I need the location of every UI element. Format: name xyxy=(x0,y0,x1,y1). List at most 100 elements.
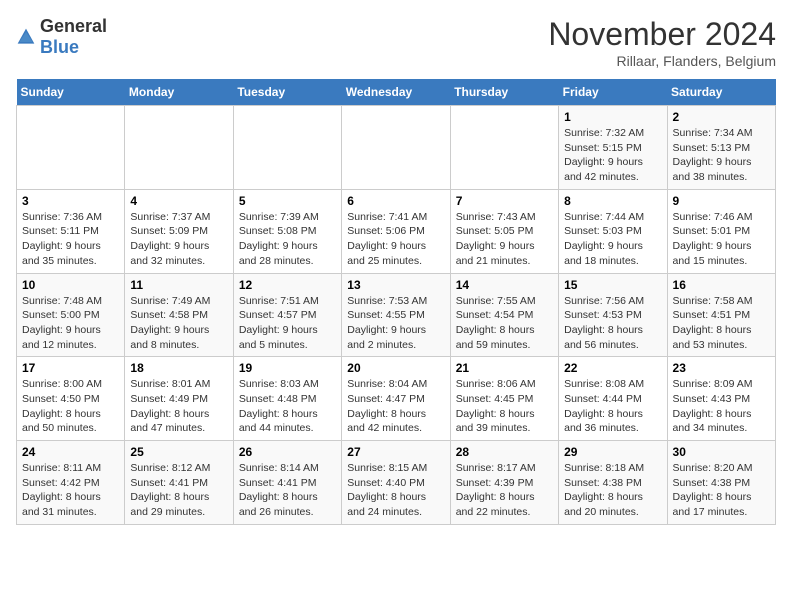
day-cell-3-5: 22 Sunrise: 8:08 AM Sunset: 4:44 PM Dayli… xyxy=(559,357,667,441)
day-cell-4-4: 28 Sunrise: 8:17 AM Sunset: 4:39 PM Dayli… xyxy=(450,441,558,525)
day-info: Sunrise: 8:09 AM Sunset: 4:43 PM Dayligh… xyxy=(673,377,770,436)
day-number: 21 xyxy=(456,361,553,375)
day-number: 25 xyxy=(130,445,227,459)
day-cell-1-6: 9Sunrise: 7:46 AM Sunset: 5:01 PM Daylig… xyxy=(667,189,775,273)
day-info: Sunrise: 7:36 AM Sunset: 5:11 PM Dayligh… xyxy=(22,210,119,269)
day-number: 28 xyxy=(456,445,553,459)
day-info: Sunrise: 7:37 AM Sunset: 5:09 PM Dayligh… xyxy=(130,210,227,269)
day-number: 24 xyxy=(22,445,119,459)
day-cell-0-3 xyxy=(342,106,450,190)
day-info: Sunrise: 8:15 AM Sunset: 4:40 PM Dayligh… xyxy=(347,461,444,520)
day-info: Sunrise: 8:20 AM Sunset: 4:38 PM Dayligh… xyxy=(673,461,770,520)
day-cell-2-6: 16 Sunrise: 7:58 AM Sunset: 4:51 PM Dayli… xyxy=(667,273,775,357)
header-monday: Monday xyxy=(125,79,233,106)
day-number: 11 xyxy=(130,278,227,292)
calendar-header: SundayMondayTuesdayWednesdayThursdayFrid… xyxy=(17,79,776,106)
day-cell-0-2 xyxy=(233,106,341,190)
logo: General Blue xyxy=(16,16,107,58)
day-cell-3-6: 23Sunrise: 8:09 AM Sunset: 4:43 PM Dayli… xyxy=(667,357,775,441)
day-cell-1-5: 8 Sunrise: 7:44 AM Sunset: 5:03 PM Daylig… xyxy=(559,189,667,273)
header: General Blue November 2024 Rillaar, Flan… xyxy=(16,16,776,69)
day-info: Sunrise: 7:46 AM Sunset: 5:01 PM Dayligh… xyxy=(673,210,770,269)
day-cell-1-2: 5 Sunrise: 7:39 AM Sunset: 5:08 PM Daylig… xyxy=(233,189,341,273)
day-cell-3-2: 19Sunrise: 8:03 AM Sunset: 4:48 PM Dayli… xyxy=(233,357,341,441)
day-number: 15 xyxy=(564,278,661,292)
day-info: Sunrise: 7:51 AM Sunset: 4:57 PM Dayligh… xyxy=(239,294,336,353)
day-info: Sunrise: 7:53 AM Sunset: 4:55 PM Dayligh… xyxy=(347,294,444,353)
day-number: 16 xyxy=(673,278,770,292)
day-cell-0-0 xyxy=(17,106,125,190)
day-info: Sunrise: 7:43 AM Sunset: 5:05 PM Dayligh… xyxy=(456,210,553,269)
day-cell-4-5: 29 Sunrise: 8:18 AM Sunset: 4:38 PM Dayli… xyxy=(559,441,667,525)
day-number: 14 xyxy=(456,278,553,292)
day-cell-3-0: 17 Sunrise: 8:00 AM Sunset: 4:50 PM Dayli… xyxy=(17,357,125,441)
day-info: Sunrise: 7:44 AM Sunset: 5:03 PM Dayligh… xyxy=(564,210,661,269)
day-number: 29 xyxy=(564,445,661,459)
header-tuesday: Tuesday xyxy=(233,79,341,106)
day-number: 1 xyxy=(564,110,661,124)
calendar-table: SundayMondayTuesdayWednesdayThursdayFrid… xyxy=(16,79,776,525)
week-row-2: 3 Sunrise: 7:36 AM Sunset: 5:11 PM Daylig… xyxy=(17,189,776,273)
week-row-1: 1 Sunrise: 7:32 AM Sunset: 5:15 PM Daylig… xyxy=(17,106,776,190)
header-row: SundayMondayTuesdayWednesdayThursdayFrid… xyxy=(17,79,776,106)
day-info: Sunrise: 7:58 AM Sunset: 4:51 PM Dayligh… xyxy=(673,294,770,353)
day-info: Sunrise: 8:12 AM Sunset: 4:41 PM Dayligh… xyxy=(130,461,227,520)
day-number: 17 xyxy=(22,361,119,375)
day-info: Sunrise: 7:55 AM Sunset: 4:54 PM Dayligh… xyxy=(456,294,553,353)
day-info: Sunrise: 8:06 AM Sunset: 4:45 PM Dayligh… xyxy=(456,377,553,436)
calendar-body: 1 Sunrise: 7:32 AM Sunset: 5:15 PM Daylig… xyxy=(17,106,776,525)
day-info: Sunrise: 7:41 AM Sunset: 5:06 PM Dayligh… xyxy=(347,210,444,269)
day-number: 3 xyxy=(22,194,119,208)
month-title: November 2024 xyxy=(548,16,776,53)
day-cell-1-0: 3 Sunrise: 7:36 AM Sunset: 5:11 PM Daylig… xyxy=(17,189,125,273)
day-number: 27 xyxy=(347,445,444,459)
day-info: Sunrise: 8:08 AM Sunset: 4:44 PM Dayligh… xyxy=(564,377,661,436)
day-cell-2-3: 13 Sunrise: 7:53 AM Sunset: 4:55 PM Dayli… xyxy=(342,273,450,357)
day-info: Sunrise: 8:14 AM Sunset: 4:41 PM Dayligh… xyxy=(239,461,336,520)
day-cell-2-0: 10Sunrise: 7:48 AM Sunset: 5:00 PM Dayli… xyxy=(17,273,125,357)
title-section: November 2024 Rillaar, Flanders, Belgium xyxy=(548,16,776,69)
day-number: 4 xyxy=(130,194,227,208)
day-info: Sunrise: 8:18 AM Sunset: 4:38 PM Dayligh… xyxy=(564,461,661,520)
day-info: Sunrise: 7:34 AM Sunset: 5:13 PM Dayligh… xyxy=(673,126,770,185)
day-cell-2-1: 11 Sunrise: 7:49 AM Sunset: 4:58 PM Dayli… xyxy=(125,273,233,357)
day-number: 22 xyxy=(564,361,661,375)
day-cell-3-3: 20Sunrise: 8:04 AM Sunset: 4:47 PM Dayli… xyxy=(342,357,450,441)
day-info: Sunrise: 7:48 AM Sunset: 5:00 PM Dayligh… xyxy=(22,294,119,353)
day-info: Sunrise: 8:00 AM Sunset: 4:50 PM Dayligh… xyxy=(22,377,119,436)
day-cell-3-4: 21 Sunrise: 8:06 AM Sunset: 4:45 PM Dayli… xyxy=(450,357,558,441)
day-number: 18 xyxy=(130,361,227,375)
day-cell-4-3: 27 Sunrise: 8:15 AM Sunset: 4:40 PM Dayli… xyxy=(342,441,450,525)
day-info: Sunrise: 7:39 AM Sunset: 5:08 PM Dayligh… xyxy=(239,210,336,269)
header-sunday: Sunday xyxy=(17,79,125,106)
day-info: Sunrise: 7:49 AM Sunset: 4:58 PM Dayligh… xyxy=(130,294,227,353)
day-number: 2 xyxy=(673,110,770,124)
day-number: 8 xyxy=(564,194,661,208)
day-info: Sunrise: 8:17 AM Sunset: 4:39 PM Dayligh… xyxy=(456,461,553,520)
day-cell-4-6: 30 Sunrise: 8:20 AM Sunset: 4:38 PM Dayli… xyxy=(667,441,775,525)
day-number: 13 xyxy=(347,278,444,292)
logo-blue: Blue xyxy=(40,37,79,57)
day-number: 20 xyxy=(347,361,444,375)
day-cell-0-5: 1 Sunrise: 7:32 AM Sunset: 5:15 PM Daylig… xyxy=(559,106,667,190)
location: Rillaar, Flanders, Belgium xyxy=(548,53,776,69)
week-row-3: 10Sunrise: 7:48 AM Sunset: 5:00 PM Dayli… xyxy=(17,273,776,357)
day-info: Sunrise: 8:01 AM Sunset: 4:49 PM Dayligh… xyxy=(130,377,227,436)
day-info: Sunrise: 7:32 AM Sunset: 5:15 PM Dayligh… xyxy=(564,126,661,185)
week-row-5: 24Sunrise: 8:11 AM Sunset: 4:42 PM Dayli… xyxy=(17,441,776,525)
day-info: Sunrise: 7:56 AM Sunset: 4:53 PM Dayligh… xyxy=(564,294,661,353)
day-cell-1-3: 6Sunrise: 7:41 AM Sunset: 5:06 PM Daylig… xyxy=(342,189,450,273)
logo-icon xyxy=(16,27,36,47)
day-cell-4-2: 26Sunrise: 8:14 AM Sunset: 4:41 PM Dayli… xyxy=(233,441,341,525)
day-number: 7 xyxy=(456,194,553,208)
day-cell-0-1 xyxy=(125,106,233,190)
day-number: 30 xyxy=(673,445,770,459)
day-cell-4-1: 25 Sunrise: 8:12 AM Sunset: 4:41 PM Dayli… xyxy=(125,441,233,525)
day-cell-3-1: 18 Sunrise: 8:01 AM Sunset: 4:49 PM Dayli… xyxy=(125,357,233,441)
header-thursday: Thursday xyxy=(450,79,558,106)
day-cell-1-1: 4 Sunrise: 7:37 AM Sunset: 5:09 PM Daylig… xyxy=(125,189,233,273)
day-info: Sunrise: 8:03 AM Sunset: 4:48 PM Dayligh… xyxy=(239,377,336,436)
day-cell-4-0: 24Sunrise: 8:11 AM Sunset: 4:42 PM Dayli… xyxy=(17,441,125,525)
day-number: 5 xyxy=(239,194,336,208)
day-cell-2-5: 15 Sunrise: 7:56 AM Sunset: 4:53 PM Dayli… xyxy=(559,273,667,357)
